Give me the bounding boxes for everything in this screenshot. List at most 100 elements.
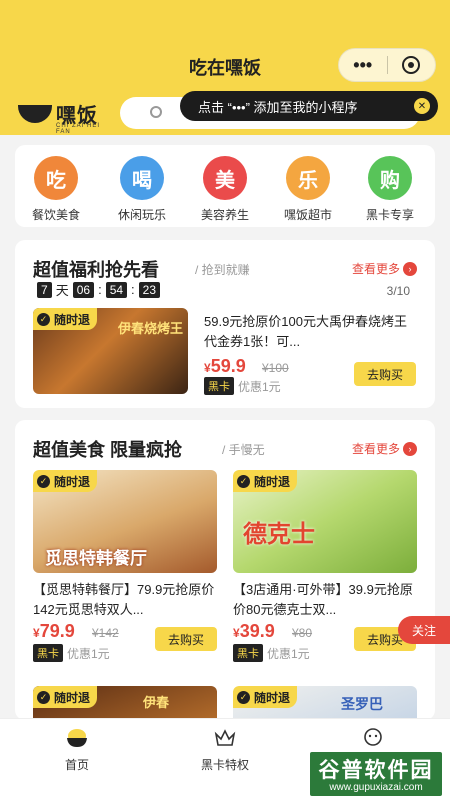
flash-deal-vip: 黑卡 优惠1元 — [204, 377, 281, 395]
shop-icon: 购 — [368, 156, 412, 200]
deals-title: 超值美食 限量疯抢 — [33, 440, 183, 460]
currency-symbol: ¥ — [233, 626, 240, 640]
watermark-name: 谷普软件园 — [318, 759, 434, 782]
countdown-hours: 06 — [72, 281, 95, 298]
tag-label: 随时退 — [54, 312, 91, 327]
target-icon — [402, 56, 421, 74]
flash-deal-image[interactable]: 伊春烧烤王 ✓ 随时退 — [33, 308, 188, 394]
deal-image[interactable]: 圣罗巴 ✓ 随时退 — [233, 686, 417, 718]
add-miniprogram-tooltip: 点击 “•••” 添加至我的小程序 ✕ — [180, 91, 438, 121]
home-bowl-icon — [67, 729, 87, 747]
price-value: 59.9 — [210, 356, 246, 376]
check-icon: ✓ — [237, 474, 250, 488]
image-caption: 圣罗巴 — [341, 696, 383, 712]
tab-label: 首页 — [64, 758, 89, 772]
category-label: 嘿饭超市 — [283, 208, 332, 222]
deal-price: ¥39.9 — [233, 621, 275, 642]
blackcard-badge: 黑卡 — [204, 377, 234, 395]
deal-vip: 黑卡 优惠1元 — [233, 644, 310, 662]
category-label: 美容养生 — [200, 208, 249, 222]
beauty-icon: 美 — [203, 156, 247, 200]
crown-icon — [214, 729, 236, 746]
image-caption: 伊春烧烤王 — [118, 321, 184, 336]
countdown-days: 7 — [37, 281, 52, 298]
deal-image[interactable]: 伊春 ✓ 随时退 — [33, 686, 217, 718]
currency-symbol: ¥ — [33, 626, 40, 640]
more-menu-button[interactable]: ••• — [339, 49, 387, 81]
deal-image[interactable]: 德克士 ✓ 随时退 — [233, 470, 417, 573]
miniprogram-capsule: ••• — [338, 48, 436, 82]
category-beauty[interactable]: 美 美容养生 — [190, 156, 260, 223]
vip-discount: 优惠1元 — [238, 379, 281, 394]
deal-vip: 黑卡 优惠1元 — [33, 644, 110, 662]
check-icon: ✓ — [37, 474, 50, 488]
food-icon: 吃 — [34, 156, 78, 200]
category-label: 休闲玩乐 — [117, 208, 166, 222]
refund-tag: ✓ 随时退 — [233, 686, 298, 708]
image-caption: 伊春 — [143, 695, 170, 710]
follow-button[interactable]: 关注 — [398, 616, 450, 644]
user-face-icon — [364, 728, 382, 746]
brand-logo: 嘿饭 CHI ZAI HEI FAN — [16, 97, 112, 135]
refund-tag: ✓ 随时退 — [33, 686, 98, 708]
pager-indicator: 3/10 — [386, 284, 410, 298]
countdown-minutes: 54 — [105, 281, 128, 298]
deals-subtitle: / 手慢无 — [222, 443, 265, 457]
flash-title: 超值福利抢先看 — [33, 260, 159, 280]
currency-symbol: ¥ — [204, 361, 211, 375]
countdown-seconds: 23 — [138, 281, 161, 298]
more-label: 查看更多 — [351, 442, 400, 456]
deal-image[interactable]: 觅思特韩餐厅 ✓ 随时退 — [33, 470, 217, 573]
refund-tag: ✓ 随时退 — [33, 308, 98, 330]
countdown-timer: 7 天 06: 54: 23 — [33, 280, 164, 299]
category-supermarket[interactable]: 乐 嘿饭超市 — [273, 156, 343, 223]
flash-deal-price: ¥59.9 — [204, 356, 246, 377]
check-icon: ✓ — [37, 312, 50, 326]
category-food[interactable]: 吃 餐饮美食 — [21, 156, 91, 223]
tooltip-close-button[interactable]: ✕ — [414, 98, 430, 114]
deal-buy-button[interactable]: 去购买 — [155, 627, 217, 651]
category-leisure[interactable]: 喝 休闲玩乐 — [107, 156, 177, 223]
blackcard-badge: 黑卡 — [33, 644, 63, 662]
flash-deal-original-price: ¥100 — [262, 361, 289, 375]
flash-subtitle: / 抢到就赚 — [195, 263, 250, 277]
tab-blackcard[interactable]: 黑卡特权 — [180, 727, 270, 773]
category-label: 黑卡专享 — [365, 208, 414, 222]
check-icon: ✓ — [237, 690, 250, 704]
deal-price: ¥79.9 — [33, 621, 75, 642]
tab-home[interactable]: 首页 — [32, 727, 122, 773]
refund-tag: ✓ 随时退 — [33, 470, 98, 492]
category-blackcard[interactable]: 购 黑卡专享 — [355, 156, 425, 223]
countdown-day-unit: 天 — [55, 283, 69, 298]
chevron-right-icon: › — [403, 441, 417, 456]
tag-label: 随时退 — [54, 690, 91, 705]
bowl-icon — [18, 105, 52, 123]
image-caption: 觅思特韩餐厅 — [45, 549, 147, 568]
tag-label: 随时退 — [254, 474, 291, 489]
logo-subtitle: CHI ZAI HEI FAN — [56, 123, 101, 135]
close-miniprogram-button[interactable] — [388, 49, 436, 81]
refund-tag: ✓ 随时退 — [233, 470, 298, 492]
deals-more-link[interactable]: 查看更多 › — [352, 440, 417, 457]
tab-label: 黑卡特权 — [200, 758, 249, 772]
check-icon: ✓ — [37, 690, 50, 704]
flash-deal-title[interactable]: 59.9元抢原价100元大禹伊春烧烤王代金券1张！可... — [204, 312, 414, 352]
deal-original-price: ¥142 — [92, 626, 119, 640]
search-icon — [150, 106, 162, 118]
flash-more-link[interactable]: 查看更多 › — [352, 260, 417, 277]
tag-label: 随时退 — [254, 690, 291, 705]
flash-buy-button[interactable]: 去购买 — [354, 362, 416, 386]
watermark-logo: 谷普软件园 www.gupuxiazai.com — [310, 752, 442, 796]
watermark-url: www.gupuxiazai.com — [329, 782, 423, 793]
image-caption: 德克士 — [243, 521, 315, 548]
deal-title[interactable]: 【3店通用·可外带】39.9元抢原价80元德克士双... — [233, 580, 417, 620]
category-card: 吃 餐饮美食 喝 休闲玩乐 美 美容养生 乐 嘿饭超市 购 黑卡专享 — [15, 145, 435, 227]
deal-original-price: ¥80 — [292, 626, 313, 640]
more-label: 查看更多 — [351, 262, 400, 276]
chevron-right-icon: › — [403, 261, 417, 276]
blackcard-badge: 黑卡 — [233, 644, 263, 662]
price-value: 39.9 — [239, 621, 275, 641]
fun-icon: 乐 — [286, 156, 330, 200]
vip-discount: 优惠1元 — [67, 646, 110, 661]
deal-title[interactable]: 【觅思特韩餐厅】79.9元抢原价142元觅思特双人... — [33, 580, 217, 620]
